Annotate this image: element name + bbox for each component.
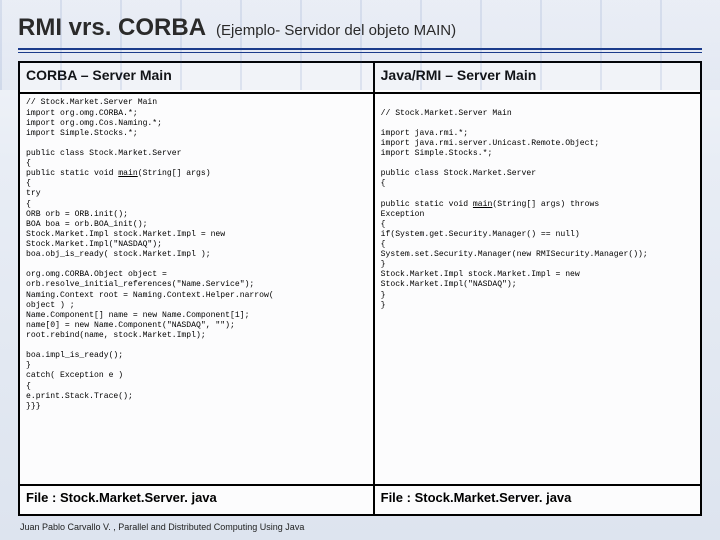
file-rmi: File : Stock.Market.Server. java — [374, 485, 701, 515]
title-row: RMI vrs. CORBA (Ejemplo- Servidor del ob… — [18, 14, 702, 42]
code-corba-pre: // Stock.Market.Server Main import org.o… — [26, 98, 181, 178]
code-corba-post: (String[] args) { try { ORB orb = ORB.in… — [26, 169, 274, 411]
slide-title: RMI vrs. CORBA — [18, 14, 206, 42]
code-corba-main: main — [118, 169, 137, 178]
code-rmi-main: main — [473, 200, 492, 209]
table-file-row: File : Stock.Market.Server. java File : … — [19, 485, 701, 515]
slide-subtitle: (Ejemplo- Servidor del objeto MAIN) — [216, 22, 456, 39]
code-rmi-post: (String[] args) throws Exception { if(Sy… — [381, 200, 648, 310]
table-code-row: // Stock.Market.Server Main import org.o… — [19, 93, 701, 484]
code-corba: // Stock.Market.Server Main import org.o… — [19, 93, 374, 484]
title-underline-1 — [18, 48, 702, 50]
code-rmi-pre: // Stock.Market.Server Main import java.… — [381, 109, 600, 209]
code-rmi: // Stock.Market.Server Main import java.… — [374, 93, 701, 484]
title-underline-2 — [18, 52, 702, 53]
slide: RMI vrs. CORBA (Ejemplo- Servidor del ob… — [0, 0, 720, 540]
file-corba: File : Stock.Market.Server. java — [19, 485, 374, 515]
footer-text: Juan Pablo Carvallo V. , Parallel and Di… — [18, 522, 702, 532]
table-header-row: CORBA – Server Main Java/RMI – Server Ma… — [19, 62, 701, 93]
header-rmi: Java/RMI – Server Main — [374, 62, 701, 93]
header-corba: CORBA – Server Main — [19, 62, 374, 93]
comparison-table: CORBA – Server Main Java/RMI – Server Ma… — [18, 61, 702, 516]
